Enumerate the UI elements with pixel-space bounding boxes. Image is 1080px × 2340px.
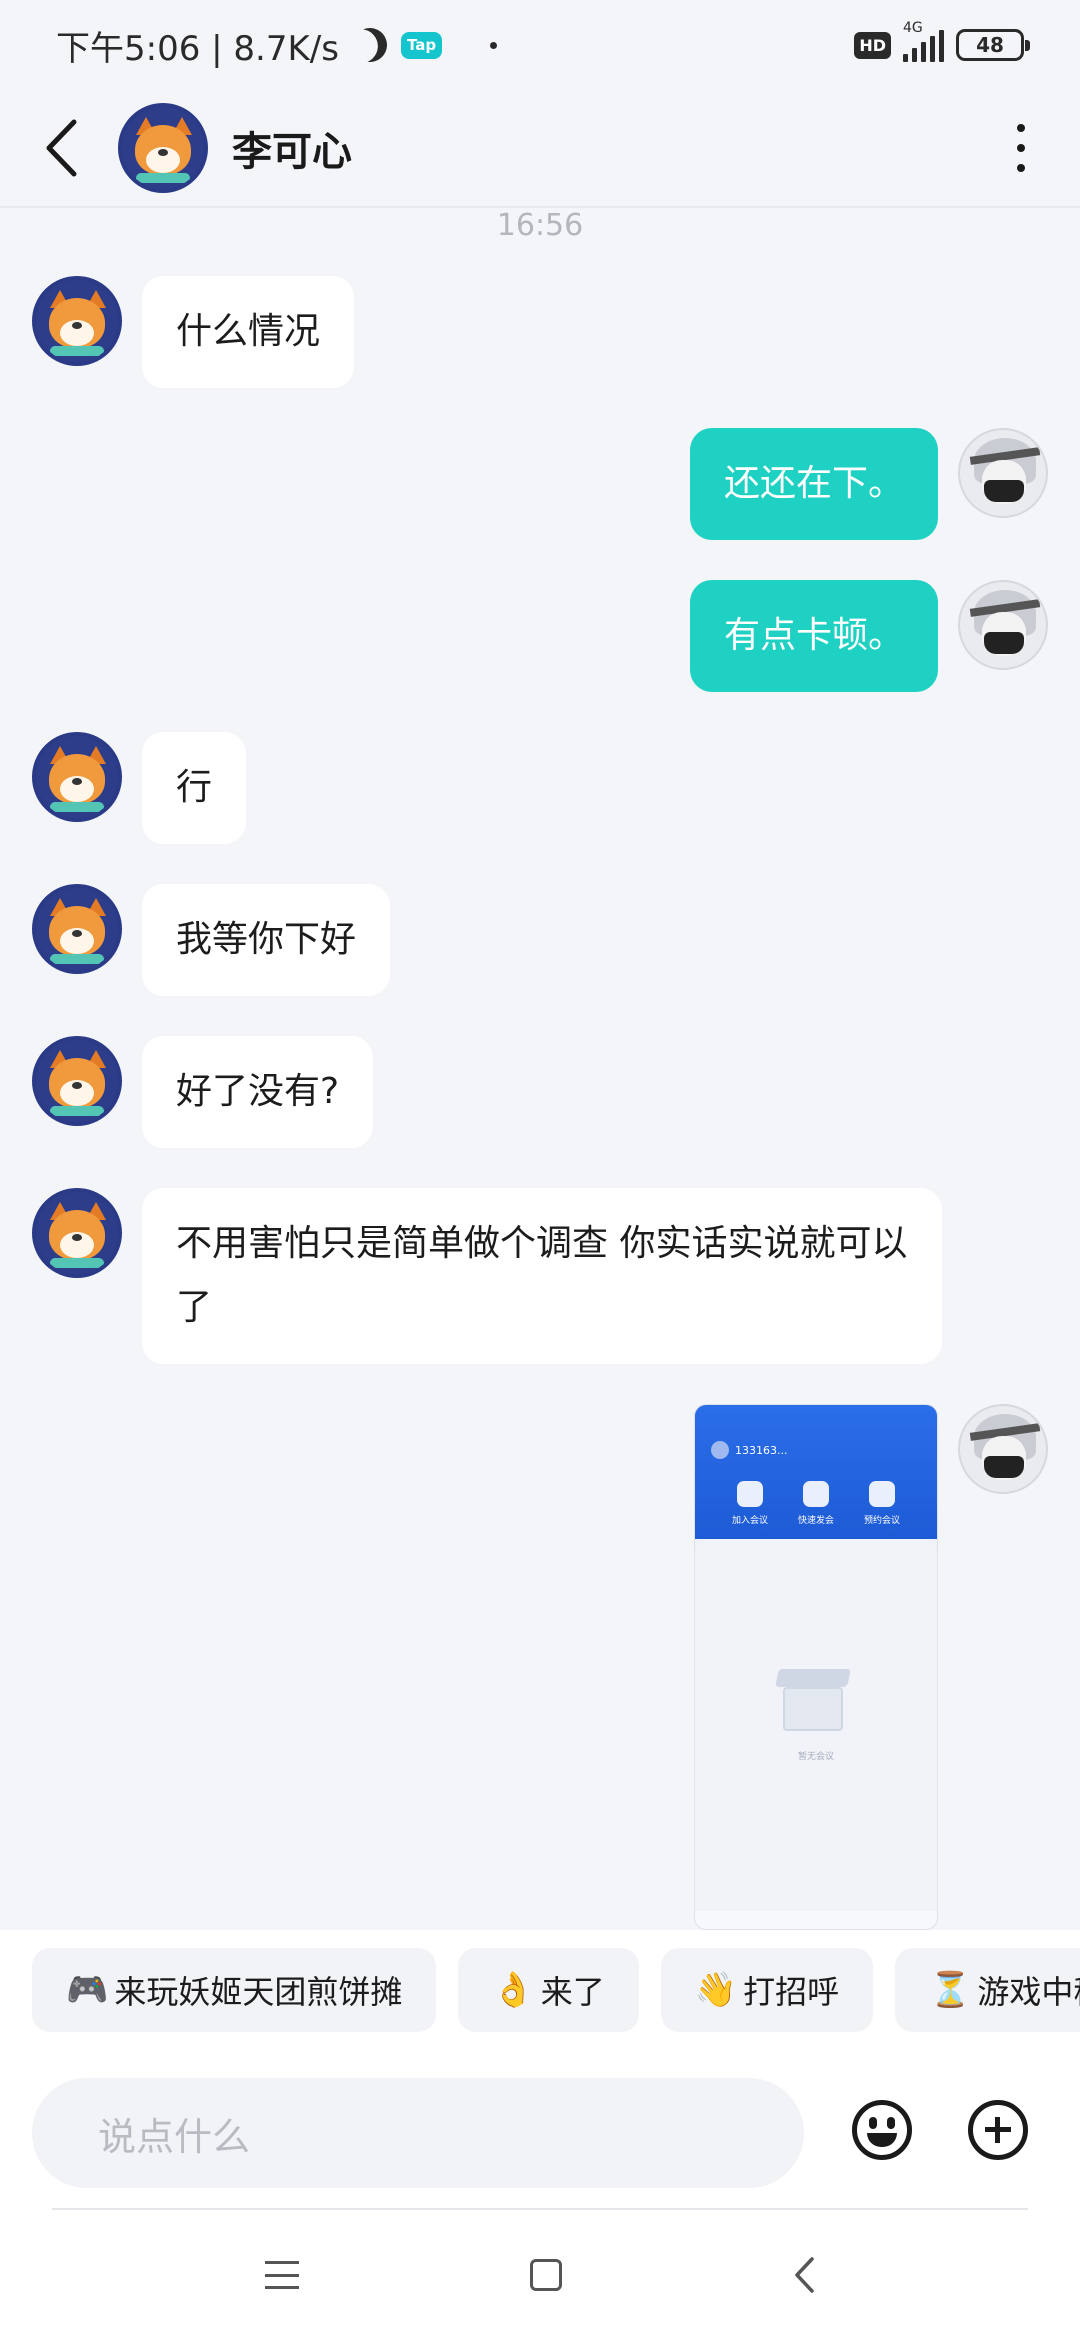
- message-outgoing: 还还在下。: [689, 428, 1048, 540]
- message-incoming: 好了没有?: [32, 1036, 374, 1148]
- message-bubble[interactable]: 不用害怕只是简单做个调查 你实话实说就可以了: [142, 1188, 942, 1364]
- contact-avatar[interactable]: [32, 276, 122, 366]
- chat-header: 李可心: [0, 90, 1080, 208]
- plus-icon: [736, 1481, 763, 1507]
- thumbnail-action: 预约会议: [864, 1481, 900, 1526]
- image-message[interactable]: 133163... 加入会议 快速发会 预约会议 暂无会议: [694, 1404, 938, 1930]
- quick-replies: 🎮来玩妖姬天团煎饼摊 👌来了 👋打招呼 ⏳游戏中稍: [0, 1930, 1080, 2050]
- system-nav-bar: [0, 2210, 1080, 2340]
- chat-messages[interactable]: 16:56 什么情况 还还在下。 有点卡顿。 行 我等你下好 好了没有? 不用害…: [0, 208, 1080, 1930]
- back-button[interactable]: [44, 118, 84, 178]
- message-incoming: 什么情况: [32, 276, 355, 388]
- notification-dot-icon: [490, 41, 498, 49]
- thumbnail-action: 快速发会: [798, 1481, 834, 1526]
- home-icon[interactable]: [529, 2259, 562, 2291]
- hd-icon: HD: [854, 31, 891, 59]
- contact-avatar[interactable]: [32, 1188, 122, 1278]
- wave-icon: 👋: [694, 1970, 738, 2010]
- thumbnail-user: 133163...: [711, 1441, 787, 1459]
- thumbnail-status-bar: [703, 1409, 929, 1417]
- tap-app-icon: Tap: [400, 31, 443, 59]
- message-bubble[interactable]: 好了没有?: [142, 1036, 374, 1148]
- my-avatar[interactable]: [958, 428, 1048, 518]
- message-bubble[interactable]: 什么情况: [142, 276, 355, 388]
- message-bubble[interactable]: 行: [142, 732, 247, 844]
- quick-reply-coming[interactable]: 👌 来了: [458, 1948, 639, 2032]
- contact-avatar[interactable]: [118, 103, 208, 193]
- status-time-speed: 下午5:06 | 8.7K/s: [56, 28, 339, 69]
- input-bar: 说点什么: [0, 2050, 1080, 2210]
- calendar-icon: [868, 1481, 895, 1507]
- message-incoming: 行: [32, 732, 247, 844]
- signal-icon: 4G: [903, 20, 944, 62]
- chevron-left-icon: [46, 119, 77, 177]
- menu-icon[interactable]: [265, 2261, 300, 2289]
- contact-avatar[interactable]: [32, 884, 122, 974]
- message-outgoing-image: 133163... 加入会议 快速发会 预约会议 暂无会议: [694, 1404, 1048, 1930]
- hourglass-icon: ⏳: [929, 1970, 972, 2010]
- status-bar: 下午5:06 | 8.7K/s Tap HD 4G 48: [0, 0, 1080, 90]
- battery-icon: 48: [956, 29, 1030, 61]
- back-nav-icon[interactable]: [793, 2256, 815, 2294]
- my-avatar[interactable]: [958, 1404, 1048, 1494]
- network-type: 4G: [903, 20, 923, 36]
- empty-box-icon: [773, 1669, 853, 1733]
- message-bubble[interactable]: 还还在下。: [689, 428, 938, 540]
- contact-avatar[interactable]: [32, 1036, 122, 1126]
- empty-state-text: 暂无会议: [797, 1752, 834, 1762]
- message-input[interactable]: 说点什么: [32, 2078, 804, 2188]
- user-icon: [711, 1441, 729, 1459]
- battery-level: 48: [976, 33, 1004, 57]
- thumbnail-navbar: [695, 1911, 937, 1929]
- message-outgoing: 有点卡顿。: [689, 580, 1048, 692]
- quick-reply-busy[interactable]: ⏳游戏中稍: [895, 1948, 1080, 2032]
- message-incoming: 我等你下好: [32, 884, 391, 996]
- emoji-icon[interactable]: [852, 2100, 912, 2160]
- quick-reply-greet[interactable]: 👋 打招呼: [660, 1948, 874, 2032]
- gamepad-icon: 🎮: [66, 1970, 109, 2010]
- message-timestamp: 16:56: [496, 208, 584, 243]
- more-button[interactable]: [1006, 118, 1036, 178]
- contact-name[interactable]: 李可心: [232, 119, 352, 177]
- quick-reply-game[interactable]: 🎮 来玩妖姬天团煎饼摊: [32, 1948, 437, 2032]
- contact-avatar[interactable]: [32, 732, 122, 822]
- my-avatar[interactable]: [958, 580, 1048, 670]
- message-bubble[interactable]: 我等你下好: [142, 884, 391, 996]
- message-incoming: 不用害怕只是简单做个调查 你实话实说就可以了: [32, 1188, 942, 1364]
- moon-icon: [348, 23, 392, 67]
- message-bubble[interactable]: 有点卡顿。: [689, 580, 938, 692]
- more-vertical-icon: [1017, 124, 1025, 132]
- ok-hand-icon: 👌: [492, 1970, 535, 2010]
- add-plus-icon[interactable]: [968, 2100, 1028, 2160]
- thumbnail-action: 加入会议: [732, 1481, 768, 1526]
- send-icon: [802, 1481, 829, 1507]
